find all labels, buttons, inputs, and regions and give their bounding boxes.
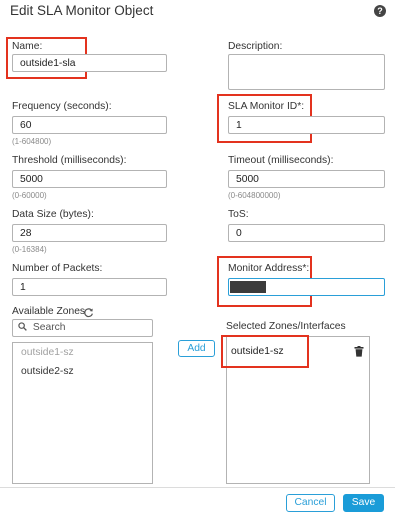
tos-field[interactable]: 0 (228, 224, 385, 242)
num-packets-label: Number of Packets: (12, 263, 103, 274)
timeout-hint: (0-604800000) (228, 191, 281, 200)
sla-monitor-id-field[interactable]: 1 (228, 116, 385, 134)
available-zones-list: outside1-sz outside2-sz (12, 342, 153, 484)
help-icon[interactable]: ? (374, 5, 386, 17)
trash-icon[interactable] (354, 346, 364, 357)
timeout-label: Timeout (milliseconds): (228, 155, 334, 166)
cancel-button[interactable]: Cancel (286, 494, 335, 512)
selected-zones-label: Selected Zones/Interfaces (226, 321, 346, 332)
list-item: outside1-sz (21, 347, 74, 358)
list-item[interactable]: outside2-sz (21, 366, 74, 377)
threshold-label: Threshold (milliseconds): (12, 155, 127, 166)
timeout-field[interactable]: 5000 (228, 170, 385, 188)
save-button[interactable]: Save (343, 494, 384, 512)
footer-divider (0, 487, 395, 488)
frequency-hint: (1-604800) (12, 137, 52, 146)
name-field[interactable]: outside1-sla (12, 54, 167, 72)
refresh-icon[interactable] (83, 307, 94, 318)
num-packets-field[interactable]: 1 (12, 278, 167, 296)
frequency-label: Frequency (seconds): (12, 101, 112, 112)
frequency-field[interactable]: 60 (12, 116, 167, 134)
available-zones-label: Available Zones (12, 306, 86, 317)
tos-label: ToS: (228, 209, 249, 220)
monitor-address-masked-value (230, 281, 266, 293)
data-size-field[interactable]: 28 (12, 224, 167, 242)
data-size-hint: (0-16384) (12, 245, 47, 254)
threshold-hint: (0-60000) (12, 191, 47, 200)
dialog-title: Edit SLA Monitor Object (10, 3, 154, 18)
search-placeholder: Search (32, 322, 66, 333)
search-icon (18, 322, 27, 331)
description-label: Description: (228, 41, 283, 52)
data-size-label: Data Size (bytes): (12, 209, 94, 220)
selected-zone-item: outside1-sz (231, 346, 284, 357)
description-field[interactable] (228, 54, 385, 90)
add-button[interactable]: Add (178, 340, 215, 357)
name-label: Name: (12, 41, 43, 52)
threshold-field[interactable]: 5000 (12, 170, 167, 188)
search-input[interactable]: Search (12, 319, 153, 337)
monitor-address-label: Monitor Address*: (228, 263, 310, 274)
sla-monitor-id-label: SLA Monitor ID*: (228, 101, 305, 112)
